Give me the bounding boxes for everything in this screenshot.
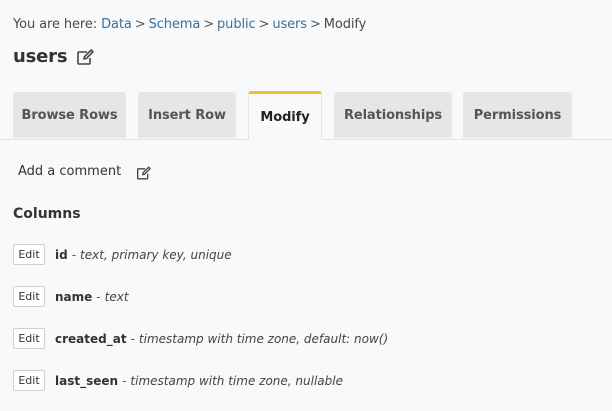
- column-dash: -: [122, 373, 127, 388]
- add-comment-label: Add a comment: [18, 164, 122, 179]
- breadcrumb-link-public[interactable]: public: [217, 17, 256, 32]
- edit-column-button[interactable]: Edit: [13, 286, 45, 307]
- breadcrumb-separator: >: [309, 17, 321, 32]
- column-name: name: [55, 289, 93, 304]
- column-dash: -: [130, 331, 135, 346]
- breadcrumb-separator: >: [134, 17, 146, 32]
- breadcrumb-link-users[interactable]: users: [272, 17, 307, 32]
- tab-insert-row[interactable]: Insert Row: [138, 92, 236, 138]
- comment-row: Add a comment: [18, 164, 152, 179]
- column-row: Edit id - text, primary key, unique: [13, 244, 232, 265]
- column-description: text, primary key, unique: [80, 247, 232, 262]
- column-name: last_seen: [55, 373, 119, 388]
- page: You are here: Data > Schema > public > users > M…: [0, 0, 612, 411]
- column-dash: -: [96, 289, 101, 304]
- column-row: Edit created_at - timestamp with time zo…: [13, 328, 388, 349]
- breadcrumb-current: Modify: [323, 17, 367, 32]
- edit-icon[interactable]: [136, 165, 152, 179]
- edit-column-button[interactable]: Edit: [13, 370, 45, 391]
- column-name: created_at: [55, 331, 127, 346]
- breadcrumb-separator: >: [203, 17, 215, 32]
- column-dash: -: [71, 247, 77, 262]
- breadcrumb: You are here: Data > Schema > public > users > M…: [13, 17, 366, 32]
- columns-heading: Columns: [13, 206, 81, 222]
- tab-bar: Browse Rows Insert Row Modify Relationsh…: [0, 91, 612, 140]
- edit-column-button[interactable]: Edit: [13, 244, 45, 265]
- breadcrumb-link-schema[interactable]: Schema: [149, 17, 201, 32]
- column-description: text: [104, 289, 129, 304]
- column-description: timestamp with time zone, nullable: [130, 373, 343, 388]
- page-title: users: [13, 46, 68, 67]
- column-row: Edit last_seen - timestamp with time zon…: [13, 370, 343, 391]
- breadcrumb-link-data[interactable]: Data: [101, 17, 132, 32]
- tab-modify[interactable]: Modify: [248, 91, 322, 140]
- tab-relationships[interactable]: Relationships: [334, 92, 452, 138]
- column-description: timestamp with time zone, default: now(): [138, 331, 389, 346]
- breadcrumb-separator: >: [258, 17, 270, 32]
- column-row: Edit name - text: [13, 286, 129, 307]
- edit-column-button[interactable]: Edit: [13, 328, 45, 349]
- column-name: id: [55, 247, 68, 262]
- edit-icon[interactable]: [76, 48, 95, 65]
- tab-permissions[interactable]: Permissions: [463, 92, 572, 138]
- breadcrumb-prefix: You are here:: [13, 17, 98, 32]
- title-row: users: [13, 46, 95, 67]
- tab-browse-rows[interactable]: Browse Rows: [13, 92, 126, 138]
